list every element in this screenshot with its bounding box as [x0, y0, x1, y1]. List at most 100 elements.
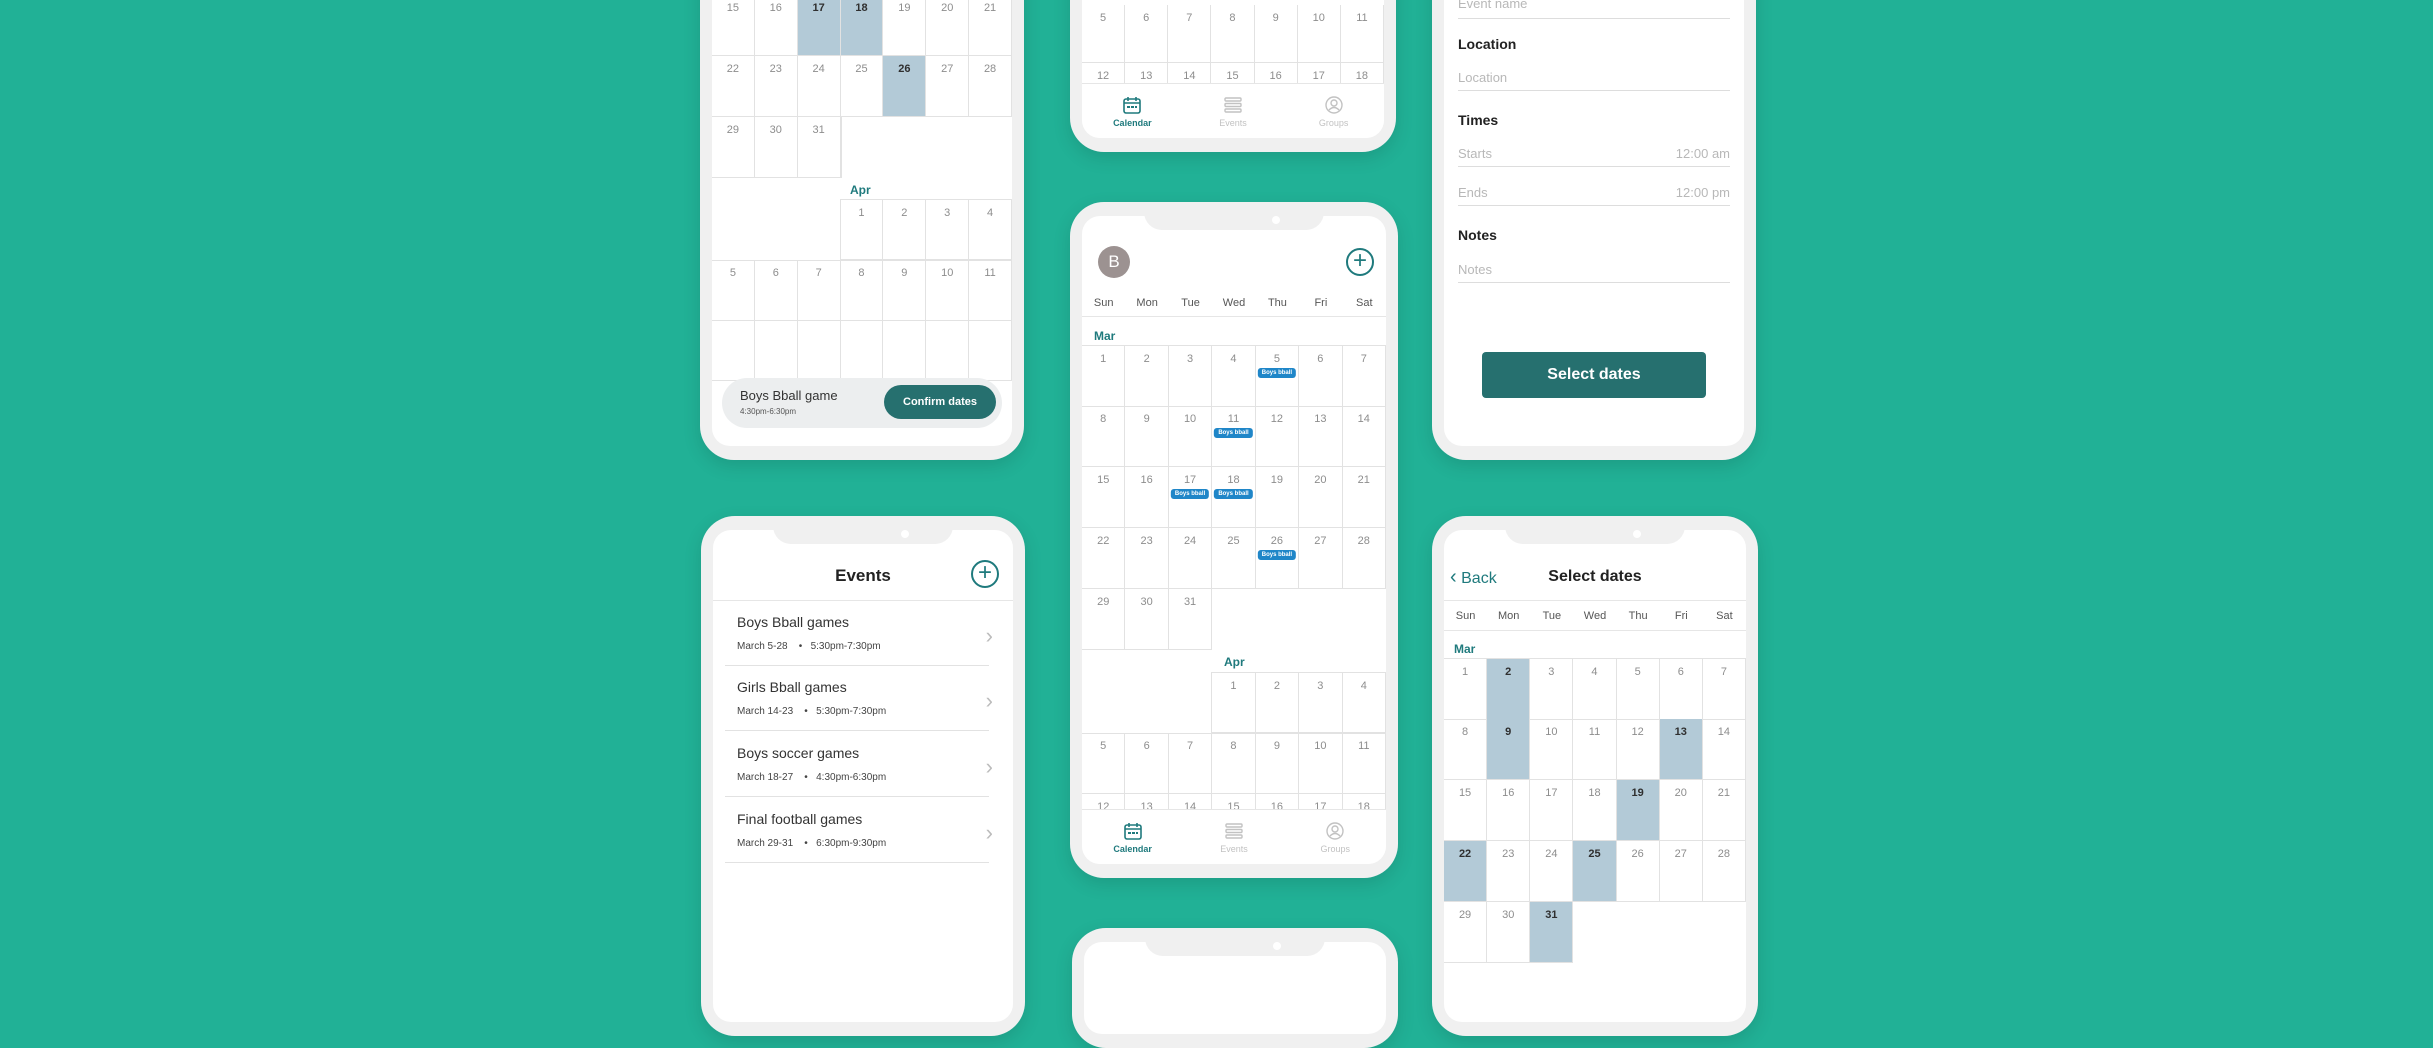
day-cell[interactable]: 12 — [1255, 406, 1300, 467]
event-tag[interactable]: Boys bball — [1257, 368, 1297, 378]
day-cell[interactable]: 8 — [1444, 719, 1488, 780]
day-cell[interactable]: 5 — [1082, 5, 1126, 63]
day-cell[interactable]: 1 — [840, 199, 884, 260]
day-cell[interactable]: 31 — [797, 117, 841, 178]
day-cell[interactable]: 27 — [926, 56, 970, 117]
day-cell-selected[interactable]: 26 — [883, 56, 927, 117]
day-cell[interactable]: 10 — [1299, 733, 1343, 794]
tab-events[interactable]: Events — [1193, 94, 1273, 128]
event-name-field[interactable]: Event name — [1458, 0, 1730, 19]
tab-events[interactable]: Events — [1194, 820, 1274, 854]
day-cell[interactable]: 4 — [1342, 672, 1386, 733]
day-cell[interactable]: 4 — [1573, 659, 1617, 720]
day-cell[interactable]: 8 — [840, 260, 884, 321]
day-cell[interactable]: 16 — [754, 0, 798, 56]
day-cell[interactable]: 27 — [1659, 841, 1703, 902]
day-cell-selected[interactable]: 19 — [1616, 780, 1660, 841]
day-cell[interactable]: 1 — [1212, 672, 1256, 733]
day-cell[interactable]: 22 — [1082, 528, 1126, 589]
event-tag[interactable]: Boys bball — [1214, 428, 1253, 438]
day-cell[interactable]: 25 — [840, 56, 884, 117]
day-cell[interactable]: 3 — [1168, 346, 1213, 407]
day-cell[interactable]: 25 — [1212, 528, 1256, 589]
day-cell-selected[interactable]: 25 — [1573, 841, 1617, 902]
day-cell[interactable]: 10 — [926, 260, 970, 321]
day-cell[interactable]: 21 — [1702, 780, 1746, 841]
day-cell[interactable]: 16 — [1125, 467, 1169, 528]
day-cell[interactable]: 11 — [1573, 719, 1617, 780]
avatar[interactable]: B — [1098, 246, 1130, 278]
day-cell[interactable]: 24 — [1530, 841, 1574, 902]
day-cell[interactable]: 5 Boys bball — [1255, 346, 1300, 407]
day-cell[interactable]: 2 — [1255, 672, 1300, 733]
day-cell[interactable]: 11 Boys bball — [1212, 406, 1256, 467]
day-cell[interactable]: 17 — [1530, 780, 1574, 841]
starts-field[interactable]: Starts 12:00 am — [1458, 146, 1730, 167]
day-cell[interactable]: 26 — [1616, 841, 1660, 902]
day-cell[interactable]: 30 — [1125, 589, 1169, 650]
day-cell[interactable]: 29 — [712, 117, 755, 178]
day-cell[interactable]: 18 Boys bball — [1212, 467, 1256, 528]
day-cell[interactable]: 26 Boys bball — [1255, 528, 1300, 589]
day-cell[interactable]: 6 — [754, 260, 798, 321]
day-cell[interactable]: 22 — [712, 56, 755, 117]
day-cell-selected[interactable]: 9 — [1487, 719, 1531, 780]
day-cell[interactable]: 15 — [1444, 780, 1488, 841]
day-cell[interactable]: 4 — [1212, 346, 1256, 407]
day-cell[interactable]: 5 — [712, 260, 755, 321]
day-cell[interactable]: 3 — [1530, 659, 1574, 720]
day-cell[interactable]: 15 — [1082, 467, 1126, 528]
ends-field[interactable]: Ends 12:00 pm — [1458, 185, 1730, 206]
day-cell[interactable]: 20 — [1299, 467, 1343, 528]
day-cell[interactable]: 7 — [1342, 346, 1386, 407]
day-cell-selected[interactable]: 17 — [797, 0, 841, 56]
day-cell[interactable]: 5 — [1082, 733, 1126, 794]
day-cell[interactable]: 8 — [1082, 406, 1126, 467]
day-cell[interactable]: 28 — [1342, 528, 1386, 589]
day-cell[interactable]: 6 — [1125, 5, 1169, 63]
day-cell[interactable]: 28 — [969, 56, 1012, 117]
location-field[interactable]: Location — [1458, 70, 1730, 91]
day-cell[interactable]: 11 — [1342, 733, 1386, 794]
day-cell[interactable]: 28 — [1702, 841, 1746, 902]
day-cell[interactable]: 11 — [1340, 5, 1384, 63]
day-cell[interactable]: 9 — [1254, 5, 1298, 63]
event-tag[interactable]: Boys bball — [1214, 489, 1253, 499]
day-cell[interactable]: 8 — [1212, 733, 1256, 794]
day-cell[interactable]: 24 — [797, 56, 841, 117]
event-tag[interactable]: Boys bball — [1257, 550, 1297, 560]
notes-field[interactable]: Notes — [1458, 262, 1730, 283]
day-cell[interactable]: 7 — [1168, 5, 1212, 63]
day-cell[interactable]: 24 — [1168, 528, 1213, 589]
day-cell[interactable]: 14 — [1702, 719, 1746, 780]
day-cell-selected[interactable]: 2 — [1487, 659, 1531, 720]
day-cell[interactable]: 4 — [969, 199, 1012, 260]
event-list-item[interactable]: Girls Bball games March 14-23 • 5:30pm-7… — [725, 666, 993, 731]
day-cell[interactable]: 2 — [1125, 346, 1169, 407]
day-cell-selected[interactable]: 13 — [1659, 719, 1703, 780]
day-cell[interactable]: 20 — [926, 0, 970, 56]
day-cell[interactable]: 21 — [969, 0, 1012, 56]
day-cell[interactable]: 5 — [1616, 659, 1660, 720]
event-list-item[interactable]: Boys soccer games March 18-27 • 4:30pm-6… — [725, 732, 993, 797]
day-cell[interactable]: 9 — [1125, 406, 1169, 467]
day-cell[interactable]: 30 — [1487, 902, 1531, 963]
day-cell[interactable]: 20 — [1659, 780, 1703, 841]
tab-calendar[interactable]: Calendar — [1093, 820, 1173, 854]
day-cell[interactable]: 19 — [1255, 467, 1300, 528]
day-cell[interactable]: 7 — [1168, 733, 1213, 794]
confirm-dates-button[interactable]: Confirm dates — [884, 385, 996, 419]
day-cell[interactable]: 6 — [1299, 346, 1343, 407]
add-event-button[interactable]: + — [971, 560, 999, 588]
day-cell[interactable]: 21 — [1342, 467, 1386, 528]
day-cell[interactable]: 10 — [1530, 719, 1574, 780]
day-cell[interactable]: 18 — [1573, 780, 1617, 841]
day-cell[interactable]: 29 — [1444, 902, 1488, 963]
day-cell[interactable]: 3 — [926, 199, 970, 260]
day-cell-selected[interactable]: 22 — [1444, 841, 1488, 902]
tab-groups[interactable]: Groups — [1294, 94, 1374, 128]
day-cell[interactable]: 23 — [1125, 528, 1169, 589]
day-cell[interactable]: 6 — [1125, 733, 1169, 794]
day-cell[interactable]: 7 — [1702, 659, 1746, 720]
select-dates-button[interactable]: Select dates — [1482, 352, 1706, 398]
